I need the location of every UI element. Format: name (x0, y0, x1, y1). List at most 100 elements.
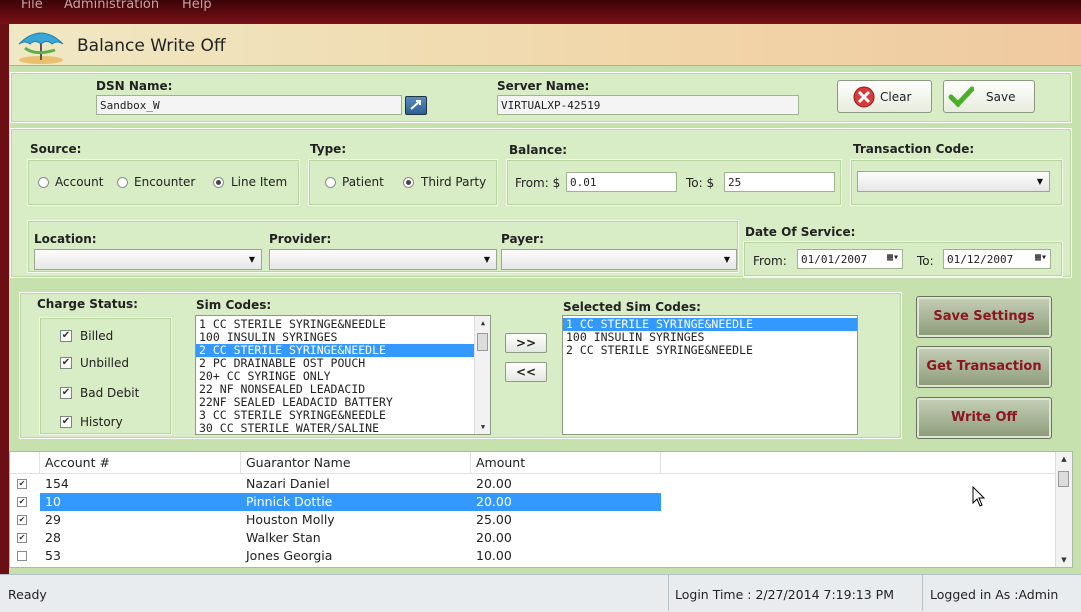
cell-amount: 10.00 (471, 547, 661, 565)
billed-checkbox[interactable]: ✔ (60, 330, 72, 342)
status-logged-in: Logged in As :Admin (930, 587, 1058, 602)
table-row[interactable]: ✔ 154Nazari Daniel20.00 (10, 475, 1056, 493)
chevron-down-icon: ▼ (1037, 177, 1043, 186)
get-transaction-button[interactable]: Get Transaction (916, 346, 1052, 388)
row-checkbox[interactable]: ✔ (17, 515, 27, 525)
source-radio-encounter[interactable] (117, 177, 128, 188)
balance-from-input[interactable]: 0.01 (566, 172, 677, 192)
charge-status-group: ✔ Billed ✔ Unbilled ✔ Bad Debit ✔ Histor… (39, 317, 172, 435)
scroll-thumb[interactable] (477, 333, 488, 351)
table-row[interactable]: ✔10Pinnick Dottie20.00 (10, 493, 1056, 511)
scroll-up-icon[interactable]: ▲ (1056, 452, 1072, 466)
clear-button[interactable]: Clear (837, 80, 932, 113)
type-label: Type: (310, 142, 346, 156)
transaction-code-group: ▼ (850, 159, 1063, 206)
type-option-third-party: Third Party (421, 175, 486, 189)
sim-codes-scrollbar[interactable]: ▲ ▼ (474, 316, 490, 434)
selected-sim-codes-label: Selected Sim Codes: (563, 300, 701, 314)
write-off-button[interactable]: Write Off (916, 397, 1052, 439)
grid-scrollbar[interactable]: ▲ ▼ (1055, 452, 1072, 567)
server-field[interactable]: VIRTUALXP-42519 (497, 95, 799, 115)
row-checkbox[interactable]: ✔ (17, 479, 27, 489)
filter-panel: Source: Account Encounter Line Item Type… (10, 128, 1072, 278)
scroll-down-icon[interactable]: ▼ (1056, 553, 1072, 567)
source-radio-line-item[interactable] (213, 177, 224, 188)
balance-to-label: To: $ (686, 176, 714, 190)
accounts-grid[interactable]: Account # Guarantor Name Amount ✔ 154Naza… (9, 451, 1073, 568)
provider-label: Provider: (269, 232, 331, 246)
chevron-down-icon: ▼ (724, 255, 730, 264)
payer-select[interactable]: ▼ (501, 249, 737, 270)
save-settings-button[interactable]: Save Settings (916, 296, 1052, 338)
menu-help[interactable]: Help (182, 0, 212, 12)
history-label: History (80, 415, 123, 429)
column-header-guarantor[interactable]: Guarantor Name (241, 452, 471, 474)
column-header-account[interactable]: Account # (40, 452, 241, 474)
location-label: Location: (34, 232, 97, 246)
calendar-icon[interactable]: ▦▾ (887, 252, 899, 263)
unbilled-checkbox[interactable]: ✔ (60, 357, 72, 369)
cell-amount: 20.00 (471, 529, 661, 547)
billed-label: Billed (80, 329, 113, 343)
table-row[interactable]: 53Jones Georgia10.00 (10, 547, 1056, 565)
status-divider (668, 575, 669, 611)
cell-name: Nazari Daniel (241, 475, 471, 493)
provider-select[interactable]: ▼ (269, 249, 497, 270)
bad-debit-label: Bad Debit (80, 386, 139, 400)
scroll-up-icon[interactable]: ▲ (475, 316, 491, 330)
selected-sim-code-item[interactable]: 2 CC STERILE SYRINGE&NEEDLE (563, 344, 857, 357)
sim-codes-list[interactable]: 1 CC STERILE SYRINGE&NEEDLE100 INSULIN S… (195, 315, 491, 435)
type-radio-patient[interactable] (325, 177, 336, 188)
row-checkbox[interactable] (17, 551, 27, 561)
type-radio-third-party[interactable] (403, 177, 414, 188)
source-radio-account[interactable] (38, 177, 49, 188)
add-sim-code-button[interactable]: >> (505, 333, 547, 353)
save-button-label: Save (986, 90, 1015, 104)
row-checkbox[interactable]: ✔ (17, 497, 27, 507)
cell-amount: 20.00 (471, 475, 661, 493)
selected-sim-codes-list[interactable]: 1 CC STERILE SYRINGE&NEEDLE100 INSULIN S… (562, 315, 858, 435)
cell-name: Houston Molly (241, 511, 471, 529)
menu-file[interactable]: File (21, 0, 43, 12)
cell-account: 53 (40, 547, 241, 565)
bad-debit-checkbox[interactable]: ✔ (60, 387, 72, 399)
history-checkbox[interactable]: ✔ (60, 416, 72, 428)
cell-account: 29 (40, 511, 241, 529)
dsn-label: DSN Name: (96, 79, 172, 93)
transaction-code-select[interactable]: ▼ (857, 171, 1050, 192)
cell-account: 154 (40, 475, 241, 493)
payer-label: Payer: (501, 232, 544, 246)
date-of-service-label: Date Of Service: (745, 225, 855, 239)
unbilled-label: Unbilled (80, 356, 129, 370)
row-checkbox[interactable]: ✔ (17, 533, 27, 543)
source-group: Account Encounter Line Item (27, 159, 300, 206)
balance-to-input[interactable]: 25 (724, 172, 835, 192)
column-header-filler (661, 452, 1056, 474)
dsn-field[interactable]: Sandbox_W (96, 95, 402, 115)
app-header: Balance Write Off (9, 24, 1081, 66)
dos-to-label: To: (917, 254, 934, 268)
scroll-down-icon[interactable]: ▼ (475, 420, 491, 434)
calendar-icon[interactable]: ▦▾ (1035, 252, 1047, 263)
cell-account: 28 (40, 529, 241, 547)
column-header-amount[interactable]: Amount (471, 452, 661, 474)
scroll-thumb[interactable] (1058, 471, 1069, 487)
table-row[interactable]: ✔28Walker Stan20.00 (10, 529, 1056, 547)
dos-from-input[interactable]: 01/01/2007 ▦▾ (797, 249, 903, 269)
sim-codes-label: Sim Codes: (196, 298, 271, 312)
charge-status-label: Charge Status: (37, 297, 138, 311)
source-option-encounter: Encounter (134, 175, 195, 189)
location-select[interactable]: ▼ (34, 249, 262, 270)
dos-to-input[interactable]: 01/12/2007 ▦▾ (943, 249, 1051, 269)
cell-amount: 25.00 (471, 511, 661, 529)
dsn-browse-button[interactable] (405, 96, 427, 115)
sim-code-item[interactable]: 30 CC STERILE WATER/SALINE (196, 422, 490, 435)
dos-from-value: 01/01/2007 (801, 253, 867, 266)
menu-administration[interactable]: Administration (64, 0, 159, 12)
dos-to-value: 01/12/2007 (947, 253, 1013, 266)
table-row[interactable]: ✔ 29Houston Molly25.00 (10, 511, 1056, 529)
cell-account: 10 (40, 493, 241, 511)
save-button[interactable]: Save (943, 80, 1035, 113)
source-option-account: Account (55, 175, 103, 189)
remove-sim-code-button[interactable]: << (505, 362, 547, 382)
